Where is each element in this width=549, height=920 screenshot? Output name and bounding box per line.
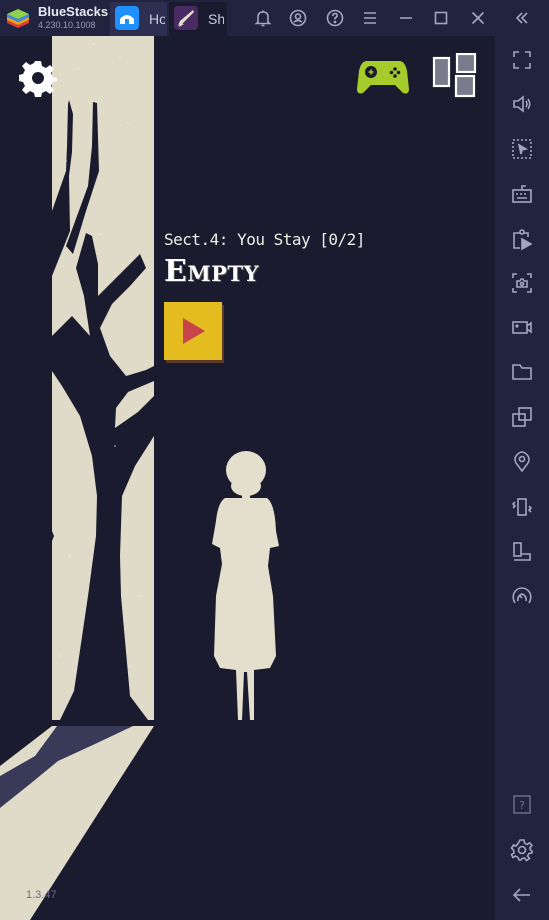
bell-icon[interactable]: [253, 8, 273, 28]
app-name: BlueStacks: [38, 4, 109, 19]
collapse-sidebar-icon[interactable]: [512, 8, 532, 28]
screenshot-icon[interactable]: [510, 271, 534, 295]
close-icon[interactable]: [468, 8, 488, 28]
location-icon[interactable]: [510, 450, 534, 474]
scene-illustration: [0, 36, 279, 920]
tab-game-label: Shelter: [208, 11, 224, 27]
tab-game[interactable]: Shelter: [169, 2, 227, 36]
screen-record-icon[interactable]: [510, 227, 534, 251]
pointer-select-icon[interactable]: [510, 137, 534, 161]
chapter-title: Empty: [164, 254, 260, 289]
game-version: 1.3.47: [26, 889, 57, 901]
volume-icon[interactable]: [510, 92, 534, 116]
tab-home-label: Home: [149, 11, 165, 27]
bluestacks-logo-icon: [7, 9, 29, 28]
maximize-icon[interactable]: [431, 8, 451, 28]
keyboard-icon[interactable]: [510, 182, 534, 206]
play-button[interactable]: [164, 302, 222, 360]
rotate-icon[interactable]: [510, 540, 534, 564]
game-app-icon: [174, 6, 198, 30]
menu-icon[interactable]: [360, 8, 380, 28]
multi-instance-icon[interactable]: [510, 405, 534, 429]
bluestacks-window: BlueStacks 4.230.10.1008 Home Shelter: [0, 0, 549, 920]
bluestacks-brand: BlueStacks 4.230.10.1008: [0, 0, 108, 36]
help-icon[interactable]: [325, 8, 345, 28]
back-icon[interactable]: [510, 883, 534, 907]
layout-toggle-icon[interactable]: [432, 53, 478, 99]
fullscreen-icon[interactable]: [510, 48, 534, 72]
help-icon[interactable]: ?: [510, 793, 534, 817]
play-icon: [183, 318, 205, 344]
title-bar: BlueStacks 4.230.10.1008 Home Shelter: [0, 0, 549, 36]
eco-mode-icon[interactable]: [510, 584, 534, 608]
game-screen[interactable]: Sect.4: You Stay [0/2] Empty 1.3.47: [0, 36, 495, 920]
minimize-icon[interactable]: [396, 8, 416, 28]
svg-text:?: ?: [519, 799, 525, 812]
video-icon[interactable]: [510, 315, 534, 339]
home-icon: [115, 6, 139, 30]
folder-icon[interactable]: [510, 360, 534, 384]
settings-icon[interactable]: [510, 838, 534, 862]
app-version: 4.230.10.1008: [38, 20, 96, 30]
right-sidebar: ?: [495, 36, 549, 920]
section-label: Sect.4: You Stay [0/2]: [164, 230, 365, 249]
girl-silhouette: [212, 451, 279, 720]
floor-light: [0, 726, 154, 920]
settings-gear-icon[interactable]: [19, 59, 57, 97]
tab-home[interactable]: Home: [110, 2, 167, 36]
shake-icon[interactable]: [510, 495, 534, 519]
gamepad-icon[interactable]: [357, 57, 409, 97]
account-icon[interactable]: [288, 8, 308, 28]
